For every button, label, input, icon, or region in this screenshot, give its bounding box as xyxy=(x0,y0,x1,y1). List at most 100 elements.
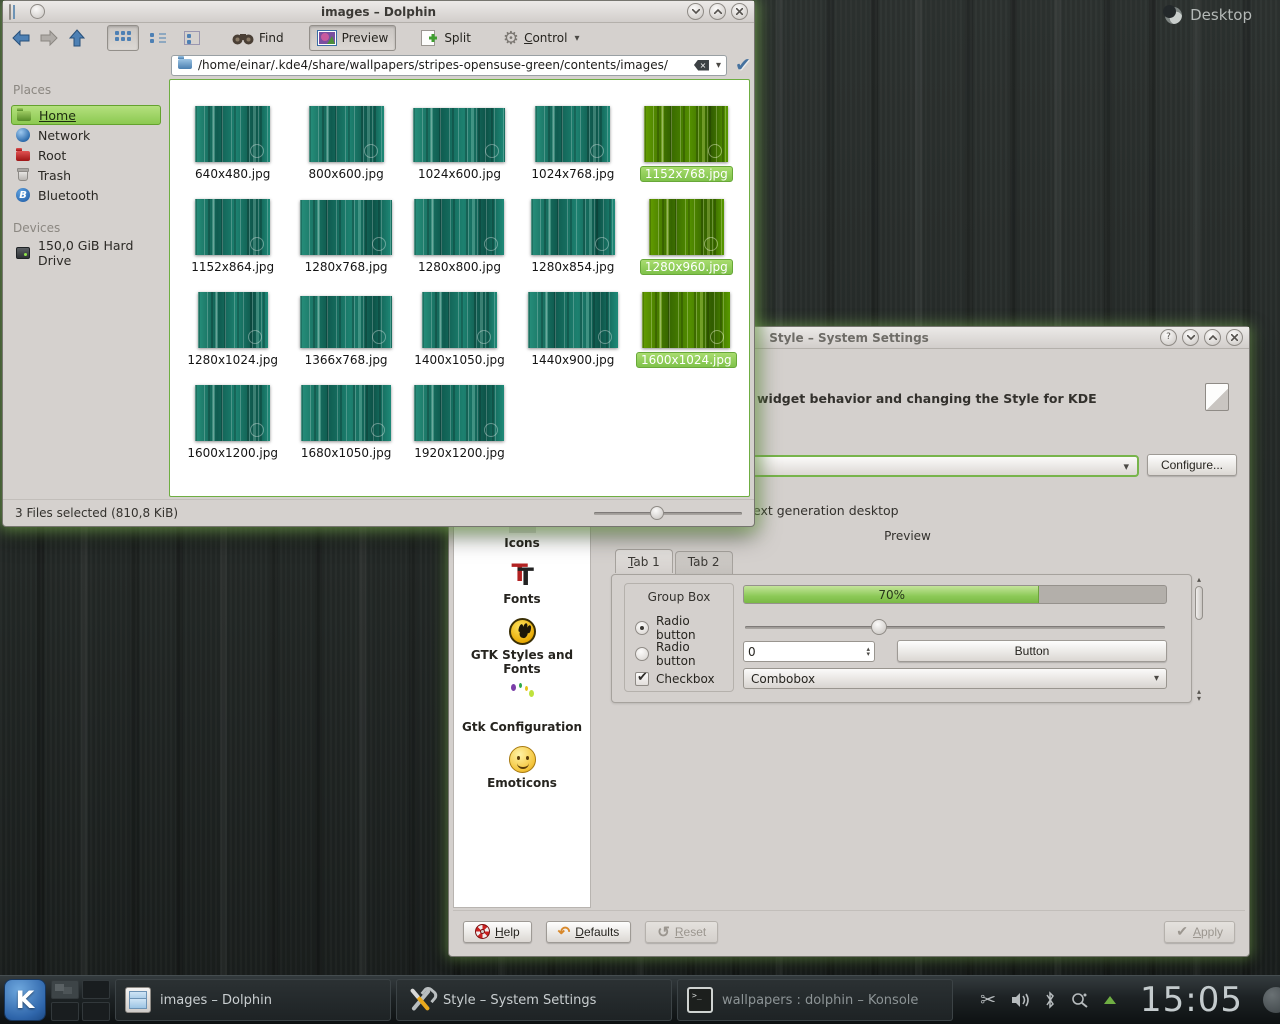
file-item[interactable]: 1152x864.jpg xyxy=(176,183,289,275)
details-view-button[interactable] xyxy=(143,25,173,51)
scroll-down-icon[interactable]: ▾ xyxy=(1197,695,1201,702)
file-item[interactable]: 1024x600.jpg xyxy=(403,90,516,182)
sidebar-item-fonts[interactable]: Fonts xyxy=(454,562,590,606)
pager-desktop-4[interactable] xyxy=(82,1002,110,1021)
task-konsole[interactable]: >_ wallpapers : dolphin – Konsole xyxy=(677,979,953,1021)
minimize-button[interactable] xyxy=(1182,329,1199,346)
find-button[interactable]: Find xyxy=(225,25,291,51)
file-item[interactable]: 1024x768.jpg xyxy=(516,90,629,182)
sample-slider[interactable] xyxy=(745,619,1165,635)
forward-button[interactable] xyxy=(37,26,61,50)
split-button[interactable]: Split xyxy=(414,25,478,51)
sample-combobox[interactable]: Combobox ▾ xyxy=(743,668,1167,689)
control-button[interactable]: ⚙ Control ▾ xyxy=(496,25,587,51)
device-hard-drive[interactable]: 150,0 GiB Hard Drive xyxy=(11,243,161,263)
accept-location-icon[interactable]: ✔ xyxy=(735,54,751,76)
file-item[interactable]: 1400x1050.jpg xyxy=(403,276,516,368)
search-tool-icon[interactable] xyxy=(1070,991,1090,1009)
sample-button[interactable]: Button xyxy=(897,640,1167,662)
reset-button[interactable]: ↺ Reset xyxy=(645,921,718,943)
binoculars-icon xyxy=(232,31,254,45)
help-titlebar-button[interactable]: ? xyxy=(1160,329,1177,346)
desktop-toolbox[interactable]: Desktop xyxy=(1165,6,1252,24)
kde-menu-button[interactable]: K xyxy=(4,979,46,1021)
file-item[interactable]: 1280x768.jpg xyxy=(289,183,402,275)
scrollbar-handle[interactable] xyxy=(1195,586,1203,620)
sample-checkbox[interactable]: Checkbox xyxy=(635,672,715,686)
pager-desktop-1[interactable] xyxy=(51,980,79,999)
file-item[interactable]: 1440x900.jpg xyxy=(516,276,629,368)
sticky-button[interactable] xyxy=(30,4,45,19)
file-item[interactable]: 1680x1050.jpg xyxy=(289,369,402,461)
sidebar-item-gtk-configuration[interactable]: Gtk Configuration xyxy=(454,690,590,734)
expand-tray-icon[interactable] xyxy=(1104,996,1116,1004)
file-name: 1440x900.jpg xyxy=(527,352,618,368)
sample-spinbox[interactable]: 0 ▴▾ xyxy=(743,641,875,662)
back-button[interactable] xyxy=(9,26,33,50)
place-home[interactable]: Home xyxy=(11,105,161,125)
file-item[interactable]: 640x480.jpg xyxy=(176,90,289,182)
wallpaper-thumbnail xyxy=(414,385,504,441)
slider-handle[interactable] xyxy=(871,619,887,635)
close-button[interactable] xyxy=(731,3,748,20)
spinbox-arrows-icon[interactable]: ▴▾ xyxy=(866,647,870,657)
radio-button-1[interactable]: Radio button xyxy=(635,614,733,642)
place-root[interactable]: Root xyxy=(11,145,161,165)
defaults-button[interactable]: ↶ Defaults xyxy=(546,921,632,943)
window-title: images – Dolphin xyxy=(3,5,754,19)
maximize-button[interactable] xyxy=(709,3,726,20)
location-input[interactable]: /home/einar/.kde4/share/wallpapers/strip… xyxy=(171,55,727,76)
file-item[interactable]: 1366x768.jpg xyxy=(289,276,402,368)
file-item[interactable]: 1920x1200.jpg xyxy=(403,369,516,461)
panel-toolbox-icon[interactable] xyxy=(1263,987,1280,1013)
columns-view-button[interactable] xyxy=(177,25,207,51)
desktop-pager[interactable] xyxy=(51,980,110,1021)
maximize-button[interactable] xyxy=(1204,329,1221,346)
file-item[interactable]: 1280x960.jpg xyxy=(630,183,743,275)
tab-1[interactable]: Tab 1 xyxy=(615,549,673,573)
volume-icon[interactable] xyxy=(1010,991,1030,1009)
zoom-slider[interactable] xyxy=(594,506,742,520)
file-item[interactable]: 1600x1024.jpg xyxy=(630,276,743,368)
file-item[interactable]: 1280x1024.jpg xyxy=(176,276,289,368)
location-dropdown-icon[interactable]: ▾ xyxy=(716,60,721,71)
file-item[interactable]: 1152x768.jpg xyxy=(630,90,743,182)
place-bluetooth[interactable]: B Bluetooth xyxy=(11,185,161,205)
file-item[interactable]: 1600x1200.jpg xyxy=(176,369,289,461)
apply-button[interactable]: ✔ Apply xyxy=(1164,921,1235,943)
dolphin-titlebar[interactable]: images – Dolphin xyxy=(3,1,754,23)
preview-toggle-button[interactable]: Preview xyxy=(309,25,397,51)
task-dolphin[interactable]: images – Dolphin xyxy=(115,979,391,1021)
help-button[interactable]: Help xyxy=(463,921,532,943)
close-button[interactable] xyxy=(1226,329,1243,346)
place-trash[interactable]: Trash xyxy=(11,165,161,185)
cashew-icon[interactable] xyxy=(1165,7,1182,24)
preview-scrollbar[interactable]: ▴ ▴▾ xyxy=(1193,575,1205,702)
progress-value: 70% xyxy=(744,588,1039,602)
radio-button-2[interactable]: Radio button xyxy=(635,640,733,668)
pager-desktop-3[interactable] xyxy=(51,1002,79,1021)
scroll-up-icon[interactable]: ▴ xyxy=(1197,575,1201,584)
file-item[interactable]: 800x600.jpg xyxy=(289,90,402,182)
bluetooth-tray-icon[interactable] xyxy=(1044,991,1056,1009)
zoom-slider-handle[interactable] xyxy=(650,506,664,520)
klipper-scissors-icon[interactable]: ✂ xyxy=(980,991,996,1010)
folder-view[interactable]: 640x480.jpg 800x600.jpg 1024x600.jpg 102… xyxy=(169,79,750,497)
place-network[interactable]: Network xyxy=(11,125,161,145)
clock[interactable]: 15:05 xyxy=(1130,980,1249,1020)
configure-button[interactable]: Configure... xyxy=(1147,454,1237,476)
window-menu-icon[interactable] xyxy=(9,5,25,19)
sidebar-item-gtk-styles[interactable]: GTK Styles and Fonts xyxy=(454,618,590,676)
minimize-button[interactable] xyxy=(687,3,704,20)
tab-2[interactable]: Tab 2 xyxy=(675,551,733,575)
file-item[interactable]: 1280x854.jpg xyxy=(516,183,629,275)
clear-location-icon[interactable]: × xyxy=(694,60,709,71)
pager-desktop-2[interactable] xyxy=(82,980,110,999)
up-button[interactable] xyxy=(65,26,89,50)
file-item[interactable]: 1280x800.jpg xyxy=(403,183,516,275)
task-system-settings[interactable]: Style – System Settings xyxy=(396,979,672,1021)
sidebar-item-emoticons[interactable]: Emoticons xyxy=(454,746,590,790)
icons-view-button[interactable] xyxy=(107,25,139,51)
desktop: { "desktop": { "label": "Desktop" }, "do… xyxy=(0,0,1280,1024)
wallpaper-thumbnail xyxy=(531,199,615,255)
